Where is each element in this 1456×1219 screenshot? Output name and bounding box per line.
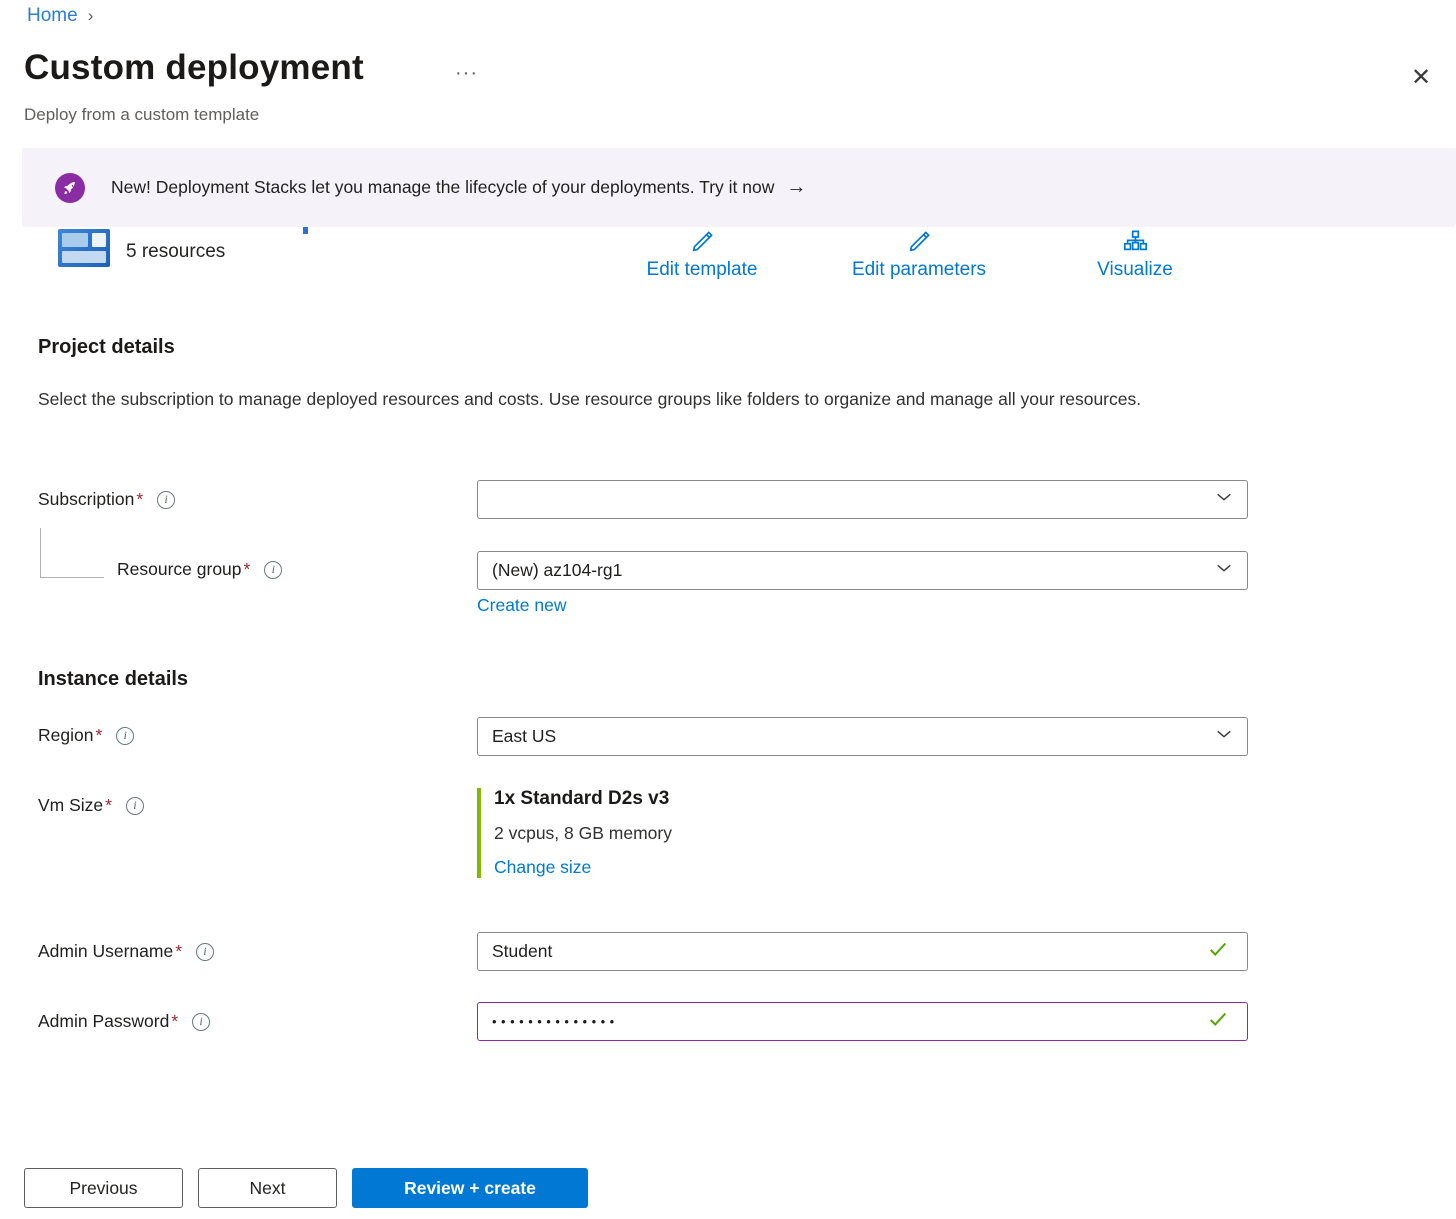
admin-password-input[interactable]: ••••••••••••••	[477, 1002, 1248, 1041]
chevron-down-icon	[1215, 725, 1233, 748]
edit-parameters-button[interactable]: Edit parameters	[814, 228, 1024, 281]
more-options-icon[interactable]: ···	[455, 62, 478, 85]
project-details-description: Select the subscription to manage deploy…	[38, 384, 1198, 415]
chevron-right-icon: ›	[88, 6, 94, 26]
pencil-icon	[906, 228, 933, 255]
required-marker: *	[95, 725, 102, 745]
admin-username-value: Student	[492, 941, 552, 962]
visualize-label: Visualize	[1097, 259, 1173, 281]
info-icon[interactable]: i	[157, 491, 175, 509]
previous-button[interactable]: Previous	[24, 1168, 183, 1208]
resource-group-connector-vertical	[40, 528, 41, 578]
visualize-button[interactable]: Visualize	[1030, 228, 1240, 281]
banner-message: New! Deployment Stacks let you manage th…	[111, 176, 806, 199]
create-new-link[interactable]: Create new	[477, 595, 567, 616]
valid-check-icon	[1207, 1008, 1229, 1035]
info-icon[interactable]: i	[192, 1013, 210, 1031]
admin-password-label: Admin Password* i	[38, 1011, 210, 1032]
edit-template-button[interactable]: Edit template	[597, 228, 807, 281]
subscription-dropdown[interactable]	[477, 480, 1248, 519]
project-details-heading: Project details	[38, 336, 175, 359]
rocket-icon	[55, 173, 85, 203]
resource-group-value: (New) az104-rg1	[492, 560, 622, 581]
change-size-link[interactable]: Change size	[494, 857, 672, 878]
info-icon[interactable]: i	[126, 797, 144, 815]
admin-password-value: ••••••••••••••	[492, 1014, 619, 1029]
edit-parameters-label: Edit parameters	[852, 259, 986, 281]
resource-group-connector-horizontal	[40, 577, 104, 578]
arrow-right-icon: →	[786, 176, 806, 199]
region-dropdown[interactable]: East US	[477, 717, 1248, 756]
required-marker: *	[175, 941, 182, 961]
required-marker: *	[105, 795, 112, 815]
breadcrumb-home-link[interactable]: Home	[27, 5, 78, 27]
chevron-down-icon	[1215, 488, 1233, 511]
required-marker: *	[244, 559, 251, 579]
cropped-ui-artifact	[303, 227, 308, 234]
deployment-stacks-banner[interactable]: New! Deployment Stacks let you manage th…	[22, 148, 1456, 227]
review-create-button[interactable]: Review + create	[352, 1168, 588, 1208]
vm-size-title: 1x Standard D2s v3	[494, 788, 672, 810]
info-icon[interactable]: i	[264, 561, 282, 579]
required-marker: *	[171, 1011, 178, 1031]
template-resources-icon	[58, 229, 110, 267]
pencil-icon	[689, 228, 716, 255]
edit-template-label: Edit template	[647, 259, 758, 281]
admin-username-label: Admin Username* i	[38, 941, 214, 962]
page-subtitle: Deploy from a custom template	[24, 105, 259, 125]
page-title: Custom deployment	[24, 48, 364, 88]
admin-username-input[interactable]: Student	[477, 932, 1248, 971]
region-label: Region* i	[38, 725, 134, 746]
next-button[interactable]: Next	[198, 1168, 337, 1208]
close-icon[interactable]: ✕	[1404, 60, 1438, 94]
org-chart-icon	[1122, 228, 1149, 255]
resource-group-dropdown[interactable]: (New) az104-rg1	[477, 551, 1248, 590]
required-marker: *	[136, 489, 143, 509]
info-icon[interactable]: i	[196, 943, 214, 961]
breadcrumb: Home ›	[27, 5, 93, 27]
resource-group-label: Resource group* i	[117, 559, 282, 580]
vm-size-specs: 2 vcpus, 8 GB memory	[494, 823, 672, 844]
valid-check-icon	[1207, 938, 1229, 965]
subscription-label: Subscription* i	[38, 489, 175, 510]
vm-size-selection: 1x Standard D2s v3 2 vcpus, 8 GB memory …	[477, 788, 672, 878]
info-icon[interactable]: i	[116, 727, 134, 745]
resources-count-label: 5 resources	[126, 241, 225, 263]
chevron-down-icon	[1215, 559, 1233, 582]
region-value: East US	[492, 726, 556, 747]
vm-size-label: Vm Size* i	[38, 795, 144, 816]
instance-details-heading: Instance details	[38, 668, 188, 691]
